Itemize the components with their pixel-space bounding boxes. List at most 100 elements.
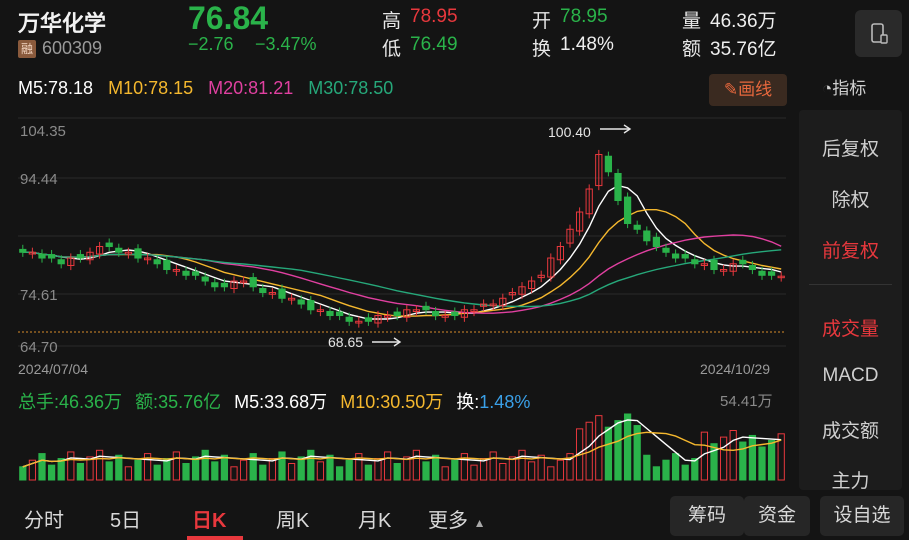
candle (57, 259, 65, 265)
volume-bar (278, 451, 286, 481)
ma30-label: M30:78.50 (308, 78, 394, 98)
volume-bar (623, 413, 632, 481)
volume-bar (489, 451, 497, 481)
volume-bar (652, 466, 661, 481)
tab-daily-k[interactable]: 日K (192, 504, 226, 533)
volume-bar (393, 463, 401, 481)
candle (163, 259, 171, 271)
ma10-line (22, 209, 782, 317)
candle (710, 259, 718, 271)
volume-bar (115, 454, 123, 481)
volume-total: 总手:46.36万 (18, 392, 123, 412)
volume-bar (412, 449, 421, 481)
side-forward-adjusted[interactable]: 前复权 (799, 236, 902, 263)
volume-bar (556, 459, 565, 481)
volume-bar (547, 466, 555, 481)
volume-bar (259, 464, 267, 481)
phone-rotate-icon (871, 23, 888, 44)
volume-bar (287, 463, 296, 481)
volume-bar (345, 459, 353, 481)
volume-bar (191, 456, 200, 481)
ma5-label: M5:78.18 (18, 78, 94, 98)
amount-label: 额 (682, 39, 702, 60)
side-macd[interactable]: MACD (799, 365, 902, 387)
high-value: 78.95 (410, 6, 458, 27)
volume-bar (95, 449, 104, 481)
side-back-adjusted[interactable]: 后复权 (799, 134, 902, 161)
chips-button[interactable]: 筹码 (670, 496, 744, 536)
volume-bar (124, 466, 133, 481)
side-main-force[interactable]: 主力 (799, 466, 902, 490)
volume-bar (518, 449, 526, 481)
ma20-label: M20:81.21 (208, 78, 294, 98)
volume-bar (403, 456, 411, 481)
tab-weekly-k[interactable]: 周K (276, 504, 309, 533)
volume-bar (230, 466, 238, 481)
candle (345, 316, 353, 322)
candle (748, 264, 757, 271)
tab-more[interactable]: 更多 ▲ (428, 504, 485, 533)
volume-bar (105, 461, 113, 481)
side-amount[interactable]: 成交额 (799, 416, 902, 443)
tab-intraday[interactable]: 分时 (24, 504, 64, 533)
draw-line-button[interactable]: ✎画线 (709, 74, 787, 106)
volume-bar (307, 449, 315, 481)
candle (220, 282, 229, 288)
open-value: 78.95 (560, 6, 608, 27)
landscape-toggle-button[interactable] (855, 10, 902, 57)
side-ex-rights[interactable]: 除权 (799, 185, 902, 212)
volume-bar (729, 430, 737, 481)
indicator-button[interactable]: ◔指标 (822, 74, 866, 99)
volume-bar (364, 464, 373, 481)
volume-bar (76, 463, 85, 481)
volume-bar (316, 461, 325, 481)
candle (278, 288, 286, 299)
turnover-value: 1.48% (560, 34, 614, 55)
volume-bar (451, 459, 459, 481)
candle (153, 259, 161, 265)
candle (681, 254, 689, 259)
caret-up-icon: ▲ (473, 516, 486, 530)
candle (662, 247, 670, 253)
candle (691, 259, 699, 265)
open-label: 开 (532, 11, 552, 32)
volume-bar (383, 451, 392, 481)
volume-bar (335, 466, 344, 481)
tab-monthly-k[interactable]: 月K (358, 504, 391, 533)
candle (652, 236, 661, 248)
candle (191, 271, 200, 276)
candle (431, 310, 440, 317)
candle (201, 276, 209, 282)
candle (182, 270, 190, 276)
add-watchlist-button[interactable]: 设自选 (820, 496, 904, 536)
low-label: 低 (382, 39, 402, 60)
turnover-label: 换 (532, 39, 552, 60)
candle (297, 299, 305, 305)
volume-chart (19, 413, 785, 481)
candle (623, 196, 632, 225)
candle (19, 248, 27, 253)
tab-5day[interactable]: 5日 (110, 504, 141, 533)
y-tick-top: 104.35 (20, 123, 66, 140)
volume-bar (758, 446, 766, 481)
candle (393, 311, 401, 317)
volume-ma5: M5:33.68万 (234, 392, 328, 412)
volume-bar (374, 458, 382, 481)
amount-value: 35.76亿 (710, 39, 777, 60)
volume-bar (431, 454, 440, 481)
volume-bar (153, 464, 161, 481)
candle (211, 282, 219, 288)
volume-bar (614, 420, 622, 481)
candle (115, 247, 123, 253)
volume-bar (297, 456, 305, 481)
candle (633, 224, 641, 230)
side-panel: 后复权 除权 前复权 成交量 MACD 成交额 主力 (799, 110, 902, 490)
chart-grid (18, 117, 786, 347)
kline-chart[interactable]: 104.35 94.44 74.61 64.70 2024/07/04 2024… (0, 110, 790, 380)
funds-button[interactable]: 资金 (744, 496, 810, 536)
volume-bar (441, 466, 449, 481)
side-volume[interactable]: 成交量 (799, 314, 902, 341)
volume-bar (57, 458, 65, 481)
volume-bar (268, 458, 277, 481)
volume-value: 46.36万 (710, 11, 777, 32)
